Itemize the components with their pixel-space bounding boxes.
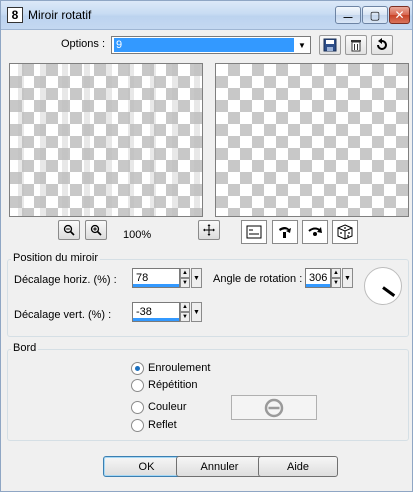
dice-icon [337,224,353,240]
vert-offset-spinner[interactable]: -38 ▲ ▼ ▼ [132,302,202,324]
edge-group-title: Bord [11,342,39,354]
close-icon: ✕ [394,8,405,22]
randomize-button[interactable] [272,220,298,244]
zoom-in-icon [90,224,102,236]
zoom-in-button[interactable] [85,220,107,240]
chevron-down-icon[interactable]: ▼ [295,38,309,52]
options-select[interactable]: 9 ▼ [111,36,311,54]
horiz-offset-label: Décalage horiz. (%) : [14,274,117,286]
rotation-angle-spinner[interactable]: 306 ▲ ▼ ▼ [305,268,353,290]
reset-icon [377,38,387,50]
radio-label-enroulement[interactable]: Enroulement [148,362,210,374]
position-group-title: Position du miroir [11,252,100,264]
dial-needle-icon [382,286,396,297]
delete-preset-button[interactable] [345,35,367,55]
increment-icon[interactable]: ▲ [331,268,341,278]
randomize-icon [279,227,291,238]
decrement-icon[interactable]: ▼ [180,312,190,322]
cancel-button[interactable]: Annuler [176,456,263,477]
chevron-down-icon[interactable]: ▼ [191,302,202,322]
title-bar[interactable]: 8 Miroir rotatif — ▢ ✕ [1,1,412,30]
result-preview[interactable] [215,63,409,217]
source-preview[interactable] [9,63,203,217]
rotation-angle-input[interactable]: 306 [305,268,331,288]
reset-preset-button[interactable] [371,35,393,55]
app-icon: 8 [7,7,23,23]
decrement-icon[interactable]: ▼ [331,278,341,288]
maximize-button[interactable]: ▢ [362,6,388,24]
reset-default-button[interactable] [302,220,328,244]
zoom-out-icon [63,224,75,236]
chevron-down-icon[interactable]: ▼ [342,268,353,288]
options-label: Options : [61,38,106,50]
radio-label-repetition[interactable]: Répétition [148,379,198,391]
horiz-offset-spinner[interactable]: 78 ▲ ▼ ▼ [132,268,202,290]
chevron-down-icon[interactable]: ▼ [191,268,202,288]
radio-label-couleur[interactable]: Couleur [148,401,187,413]
edge-color-swatch[interactable] [231,395,317,420]
increment-icon[interactable]: ▲ [180,268,190,278]
move-icon [203,224,215,236]
pan-button[interactable] [198,220,220,240]
vert-offset-label: Décalage vert. (%) : [14,309,112,321]
random-seed-button[interactable] [332,220,358,244]
help-button[interactable]: Aide [258,456,338,477]
proof-icon [246,225,262,239]
reset-default-icon [308,227,322,236]
decrement-icon[interactable]: ▼ [180,278,190,288]
maximize-icon: ▢ [369,9,381,22]
save-preset-button[interactable] [319,35,341,55]
increment-icon[interactable]: ▲ [180,302,190,312]
horiz-offset-input[interactable]: 78 [132,268,180,288]
no-entry-icon [264,398,284,417]
vert-offset-input[interactable]: -38 [132,302,180,322]
radio-reflet[interactable] [131,419,144,432]
dialog-window: 8 Miroir rotatif — ▢ ✕ Options : 9 ▼ 100… [0,0,413,492]
rotation-dial[interactable] [364,267,402,305]
radio-label-reflet[interactable]: Reflet [148,419,177,431]
radio-enroulement[interactable] [131,362,144,375]
minimize-icon: — [343,12,353,22]
options-selected-value: 9 [114,38,294,52]
radio-couleur[interactable] [131,401,144,414]
proof-toggle-button[interactable] [241,220,267,244]
save-icon [323,38,337,52]
close-button[interactable]: ✕ [389,6,410,24]
zoom-out-button[interactable] [58,220,80,240]
minimize-button[interactable]: — [335,6,361,24]
radio-repetition[interactable] [131,379,144,392]
window-title: Miroir rotatif [28,8,92,22]
rotation-angle-label: Angle de rotation : [213,273,303,285]
delete-icon [351,40,361,52]
zoom-level: 100% [123,229,152,241]
